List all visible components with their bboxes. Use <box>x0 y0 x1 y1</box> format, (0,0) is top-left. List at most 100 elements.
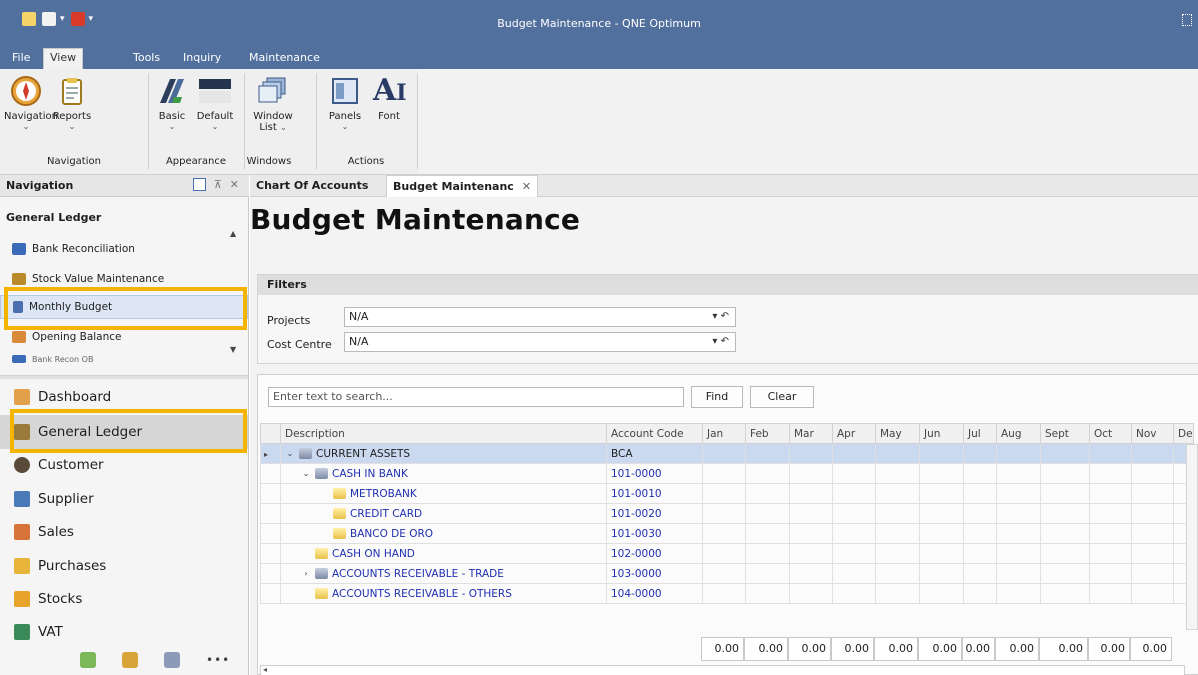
table-row[interactable]: ▸ ⌄ CURRENT ASSETS BCA <box>260 443 1194 464</box>
footer-module-icon[interactable] <box>80 652 96 668</box>
opening-balance-icon <box>12 331 26 343</box>
basic-button[interactable]: Basic ⌄ <box>155 75 189 131</box>
expand-icon[interactable]: › <box>301 569 311 578</box>
tab-tools[interactable]: Tools <box>127 50 166 69</box>
column-header[interactable]: De <box>1173 423 1194 444</box>
reset-icon[interactable]: ↶ <box>721 311 729 322</box>
group-separator <box>316 73 317 169</box>
stock-icon <box>12 273 26 285</box>
column-header[interactable]: Mar <box>789 423 833 444</box>
account-icon <box>315 548 328 559</box>
find-button[interactable]: Find <box>691 386 743 408</box>
purchases-icon <box>14 558 30 574</box>
column-header[interactable]: Jan <box>702 423 746 444</box>
reports-button[interactable]: Reports ⌄ <box>50 75 94 131</box>
total-cell: 0.00 <box>831 637 874 661</box>
group-label-navigation: Navigation <box>47 156 101 167</box>
clear-button[interactable]: Clear <box>750 386 814 408</box>
nav-section-title: General Ledger <box>6 211 102 224</box>
window-list-button[interactable]: Window List ⌄ <box>252 75 294 133</box>
highlight-box <box>4 287 247 330</box>
chevron-down-icon: ⌄ <box>211 122 219 131</box>
restore-icon[interactable] <box>1182 14 1192 26</box>
table-header-row: Description Account Code Jan Feb Mar Apr… <box>260 423 1194 444</box>
more-icon[interactable]: ••• <box>206 653 230 667</box>
chevron-down-icon: ⌄ <box>68 122 76 131</box>
search-input[interactable]: Enter text to search... <box>268 387 684 407</box>
total-cell: 0.00 <box>995 637 1039 661</box>
column-header[interactable]: Description <box>280 423 607 444</box>
navigation-header-title: Navigation <box>6 179 74 192</box>
compass-icon <box>10 75 42 107</box>
column-header[interactable]: May <box>875 423 920 444</box>
column-header[interactable]: Aug <box>996 423 1041 444</box>
tab-view[interactable]: View <box>43 48 84 69</box>
close-icon[interactable]: ✕ <box>230 178 239 191</box>
footer-module-icon[interactable] <box>164 652 180 668</box>
module-customer[interactable]: Customer <box>0 448 248 482</box>
default-button[interactable]: Default ⌄ <box>193 75 237 131</box>
dropdown-icon[interactable]: ▾ <box>712 311 717 322</box>
table-row[interactable]: CASH ON HAND 102-0000 <box>260 543 1194 564</box>
panels-button[interactable]: Panels ⌄ <box>326 75 364 131</box>
column-header[interactable]: Apr <box>832 423 876 444</box>
collapse-icon[interactable]: ⌄ <box>301 469 311 478</box>
module-sales[interactable]: Sales <box>0 515 248 549</box>
column-header[interactable]: Oct <box>1089 423 1132 444</box>
close-icon[interactable]: ✕ <box>522 180 531 193</box>
nav-item-bank-reconciliation[interactable]: Bank Reconciliation <box>0 237 248 261</box>
table-row[interactable]: › ACCOUNTS RECEIVABLE - TRADE 103-0000 <box>260 563 1194 584</box>
font-button[interactable]: AI Font <box>370 75 408 123</box>
horizontal-scrollbar[interactable]: ◂ <box>260 665 1185 675</box>
scroll-down-icon[interactable]: ▼ <box>230 345 236 354</box>
table-row[interactable]: ACCOUNTS RECEIVABLE - OTHERS 104-0000 <box>260 583 1194 604</box>
table-row[interactable]: BANCO DE ORO 101-0030 <box>260 523 1194 544</box>
window-title: Budget Maintenance - QNE Optimum <box>497 17 701 30</box>
total-cell: 0.00 <box>1039 637 1088 661</box>
table-row[interactable]: METROBANK 101-0010 <box>260 483 1194 504</box>
total-cell: 0.00 <box>701 637 744 661</box>
nav-footer: ••• <box>0 645 248 675</box>
column-header[interactable]: Jul <box>963 423 997 444</box>
account-group-icon <box>315 568 328 579</box>
total-cell: 0.00 <box>918 637 962 661</box>
projects-field[interactable]: N/A ▾ ↶ <box>344 307 736 327</box>
scroll-up-icon[interactable]: ▲ <box>230 229 236 238</box>
tab-inquiry[interactable]: Inquiry <box>177 50 227 69</box>
column-header[interactable]: Nov <box>1131 423 1174 444</box>
dropdown-icon[interactable]: ▾ <box>712 336 717 347</box>
footer-module-icon[interactable] <box>122 652 138 668</box>
tab-file[interactable]: File <box>6 50 36 69</box>
total-cell: 0.00 <box>744 637 788 661</box>
document-tabs: Chart Of Accounts Budget Maintenanc ✕ <box>250 175 1198 197</box>
pin-icon[interactable]: ⊼ <box>214 178 222 191</box>
tab-chart-of-accounts[interactable]: Chart Of Accounts <box>250 175 374 197</box>
column-header[interactable]: Account Code <box>606 423 703 444</box>
tab-maintenance[interactable]: Maintenance <box>243 50 326 69</box>
group-label-actions: Actions <box>347 156 385 167</box>
chevron-down-icon: ⌄ <box>341 122 349 131</box>
column-header[interactable]: Jun <box>919 423 964 444</box>
cost-centre-field[interactable]: N/A ▾ ↶ <box>344 332 736 352</box>
scroll-left-icon[interactable]: ◂ <box>263 665 267 674</box>
group-label-appearance: Appearance <box>165 156 227 167</box>
collapse-icon[interactable]: ⌄ <box>285 449 295 458</box>
module-vat[interactable]: VAT <box>0 615 248 649</box>
sales-icon <box>14 524 30 540</box>
module-supplier[interactable]: Supplier <box>0 482 248 516</box>
module-stocks[interactable]: Stocks <box>0 582 248 616</box>
nav-item-bank-recon-ob[interactable]: Bank Recon OB <box>0 355 248 371</box>
navigation-button[interactable]: Navigation ⌄ <box>4 75 58 131</box>
tab-budget-maintenance[interactable]: Budget Maintenanc ✕ <box>386 175 539 197</box>
column-header[interactable]: Feb <box>745 423 790 444</box>
module-purchases[interactable]: Purchases <box>0 549 248 583</box>
title-bar: ▾ ▾ Budget Maintenance - QNE Optimum <box>0 0 1198 45</box>
nav-divider[interactable] <box>0 375 248 379</box>
dock-icon[interactable] <box>192 178 206 191</box>
account-icon <box>333 488 346 499</box>
table-row[interactable]: CREDIT CARD 101-0020 <box>260 503 1194 524</box>
table-row[interactable]: ⌄ CASH IN BANK 101-0000 <box>260 463 1194 484</box>
reset-icon[interactable]: ↶ <box>721 336 729 347</box>
column-header[interactable]: Sept <box>1040 423 1090 444</box>
vertical-scrollbar[interactable] <box>1186 444 1198 630</box>
